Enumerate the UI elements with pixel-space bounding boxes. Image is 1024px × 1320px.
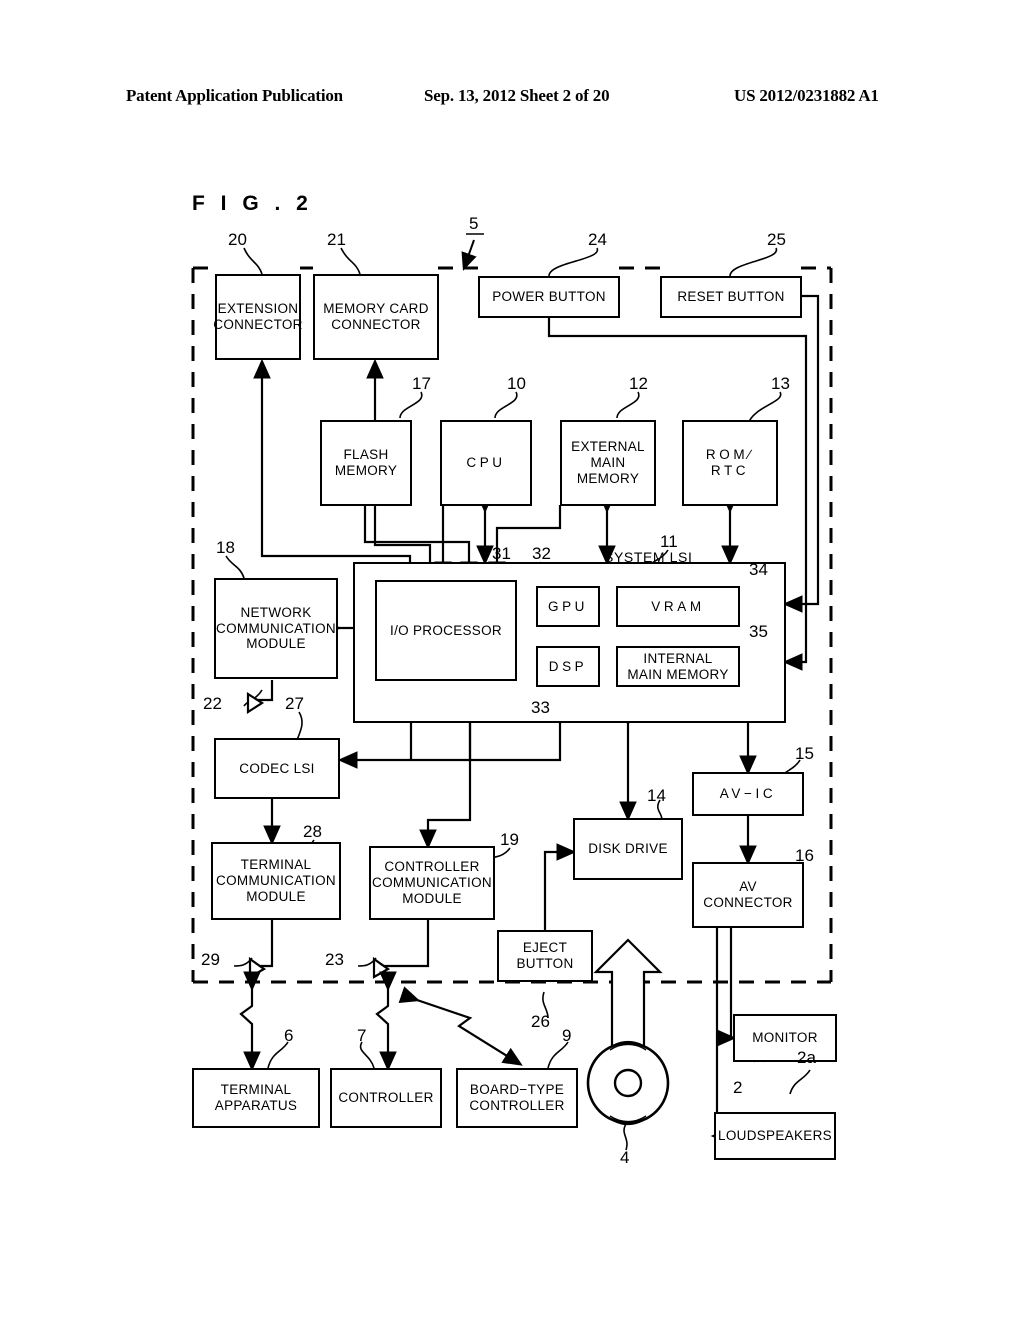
- ref-codec-lsi: 27: [285, 694, 304, 713]
- block-network-communication-module[interactable]: NETWORK COMMUNICATION MODULE: [214, 578, 338, 679]
- ref-controller-antenna: 23: [325, 950, 344, 969]
- block-memory-card-connector[interactable]: MEMORY CARD CONNECTOR: [313, 274, 439, 360]
- block-reset-button[interactable]: RESET BUTTON: [660, 276, 802, 318]
- block-rom-rtc[interactable]: ROM∕ RTC: [682, 420, 778, 506]
- ref-board-type-controller: 9: [562, 1026, 572, 1045]
- ref-flash-memory: 17: [412, 374, 431, 393]
- block-dsp[interactable]: DSP: [536, 646, 600, 687]
- ref-dsp: 33: [531, 698, 550, 717]
- ref-memory-card-connector: 21: [327, 230, 346, 249]
- ref-terminal-communication-module: 28: [303, 822, 322, 841]
- block-vram[interactable]: VRAM: [616, 586, 740, 627]
- block-av-ic[interactable]: AV−IC: [692, 772, 804, 816]
- block-external-main-memory[interactable]: EXTERNAL MAIN MEMORY: [560, 420, 656, 506]
- block-io-processor[interactable]: I/O PROCESSOR: [375, 580, 517, 681]
- ref-vram: 34: [749, 560, 768, 579]
- block-terminal-communication-module[interactable]: TERMINAL COMMUNICATION MODULE: [211, 842, 341, 920]
- block-codec-lsi[interactable]: CODEC LSI: [214, 738, 340, 799]
- ref-optical-disk: 4: [620, 1148, 630, 1167]
- block-board-type-controller[interactable]: BOARD−TYPE CONTROLLER: [456, 1068, 578, 1128]
- ref-rom-rtc: 13: [771, 374, 790, 393]
- ref-av-connector: 16: [795, 846, 814, 865]
- block-eject-button[interactable]: EJECT BUTTON: [497, 930, 593, 982]
- block-gpu[interactable]: GPU: [536, 586, 600, 627]
- block-cpu[interactable]: CPU: [440, 420, 532, 506]
- ref-system-lsi: 11: [660, 532, 678, 551]
- block-diagram: EXTENSION CONNECTOR MEMORY CARD CONNECTOR …: [0, 0, 1024, 1320]
- ref-network-antenna: 22: [203, 694, 222, 713]
- block-extension-connector[interactable]: EXTENSION CONNECTOR: [213, 274, 302, 360]
- block-internal-main-memory[interactable]: INTERNAL MAIN MEMORY: [616, 646, 740, 687]
- ref-disk-drive: 14: [647, 786, 666, 805]
- ref-controller-communication-module: 19: [500, 830, 519, 849]
- ref-eject-button: 26: [531, 1012, 550, 1031]
- system-lsi-title: SYSTEM LSI: [604, 549, 693, 565]
- block-controller[interactable]: CONTROLLER: [330, 1068, 442, 1128]
- ref-controller: 7: [357, 1026, 367, 1045]
- block-power-button[interactable]: POWER BUTTON: [478, 276, 620, 318]
- ref-external-main-memory: 12: [629, 374, 648, 393]
- block-monitor[interactable]: MONITOR: [733, 1014, 837, 1062]
- ref-extension-connector: 20: [228, 230, 247, 249]
- block-disk-drive[interactable]: DISK DRIVE: [573, 818, 683, 880]
- ref-loudspeakers: 2a: [797, 1048, 816, 1067]
- ref-system-boundary: 5: [469, 214, 479, 233]
- ref-monitor: 2: [733, 1078, 743, 1097]
- ref-cpu: 10: [507, 374, 526, 393]
- ref-io-processor: 31: [492, 544, 511, 563]
- optical-disk-icon: [586, 1040, 670, 1126]
- block-controller-communication-module[interactable]: CONTROLLER COMMUNICATION MODULE: [369, 846, 495, 920]
- block-flash-memory[interactable]: FLASH MEMORY: [320, 420, 412, 506]
- ref-power-button: 24: [588, 230, 607, 249]
- ref-av-ic: 15: [795, 744, 814, 763]
- block-av-connector[interactable]: AV CONNECTOR: [692, 862, 804, 928]
- block-terminal-apparatus[interactable]: TERMINAL APPARATUS: [192, 1068, 320, 1128]
- ref-gpu: 32: [532, 544, 551, 563]
- ref-network-communication-module: 18: [216, 538, 235, 557]
- block-loudspeakers[interactable]: LOUDSPEAKERS: [714, 1112, 836, 1160]
- ref-terminal-apparatus: 6: [284, 1026, 294, 1045]
- ref-internal-main-memory: 35: [749, 622, 768, 641]
- ref-terminal-antenna: 29: [201, 950, 220, 969]
- ref-reset-button: 25: [767, 230, 786, 249]
